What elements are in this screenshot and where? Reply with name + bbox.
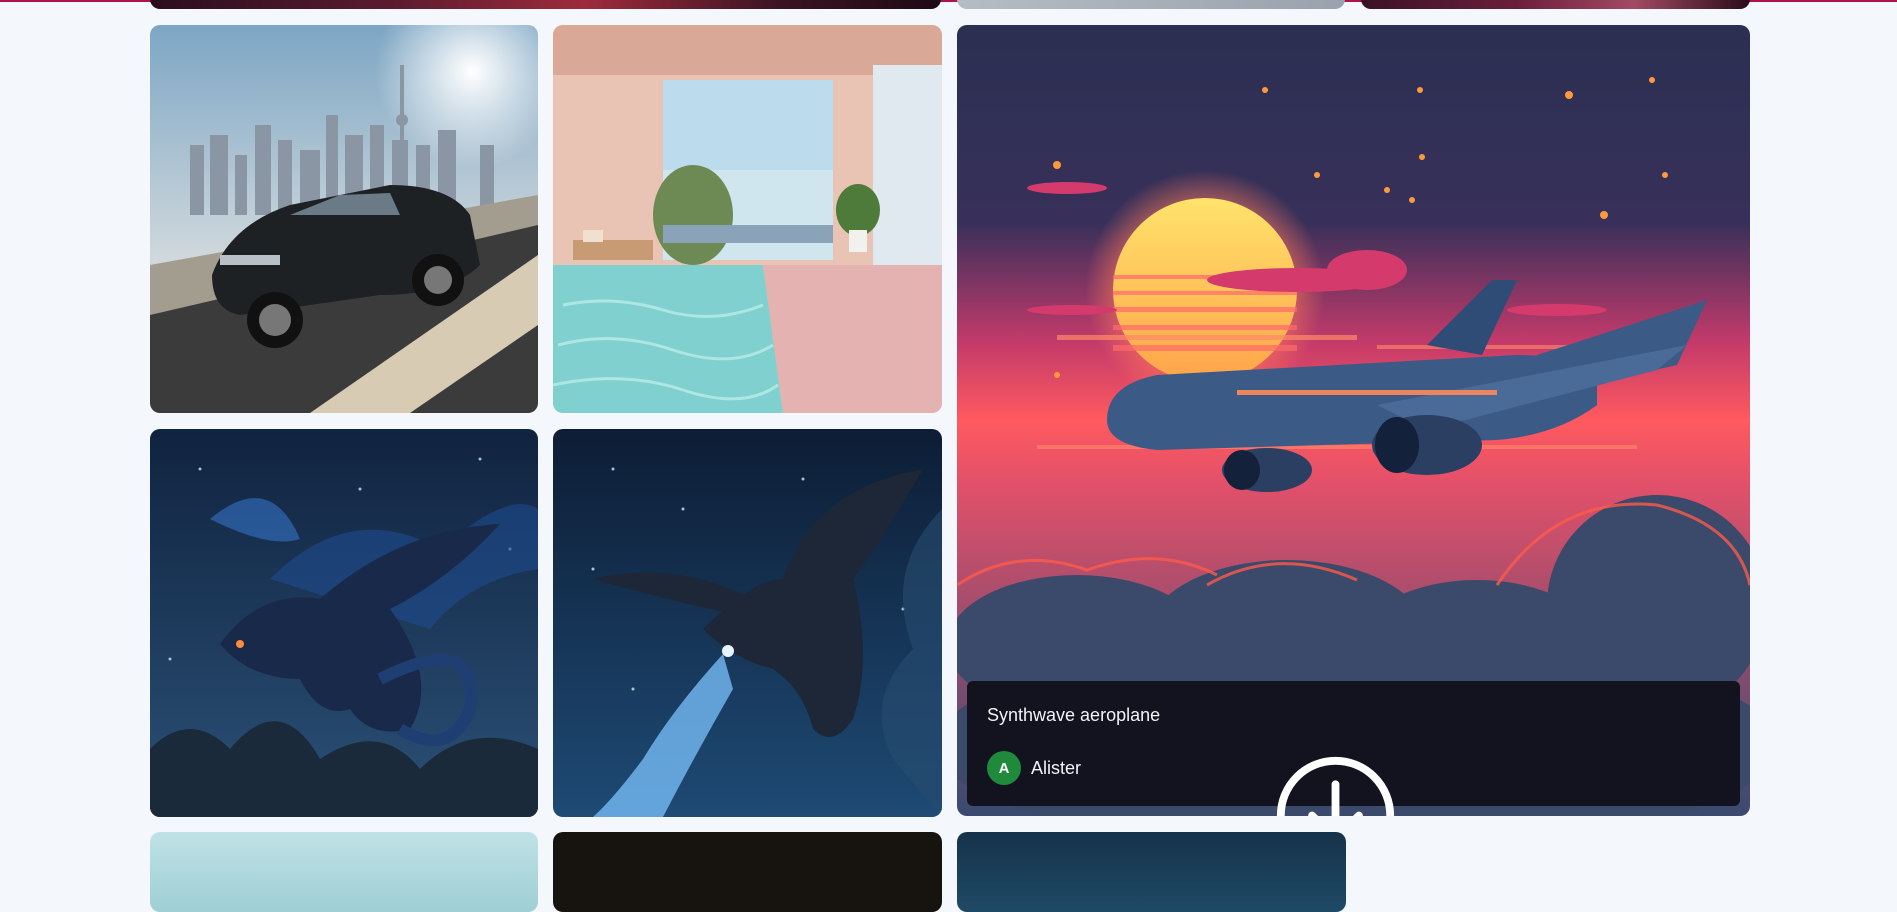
gallery-image-partial-bottom[interactable]: [957, 832, 1346, 912]
gallery-image-synthwave-aeroplane[interactable]: Synthwave aeroplane A Alister: [957, 25, 1750, 816]
gallery-image-partial-top[interactable]: [957, 0, 1345, 9]
gallery-image-partial-top[interactable]: [1361, 0, 1750, 9]
gallery-image-partial-bottom[interactable]: [150, 832, 538, 912]
image-title: Synthwave aeroplane: [987, 705, 1161, 725]
download-circle-icon[interactable]: [957, 753, 1722, 816]
gallery-image-partial-bottom[interactable]: [553, 832, 942, 912]
gallery-image-car[interactable]: [150, 25, 538, 413]
gallery-image-partial-top[interactable]: [150, 0, 941, 9]
image-info-overlay: Synthwave aeroplane A Alister: [967, 681, 1740, 816]
gallery-image-dark-dragon[interactable]: [553, 429, 942, 817]
gallery-image-blue-fire-dragon[interactable]: [150, 429, 538, 817]
gallery-image-pool-room[interactable]: [553, 25, 942, 413]
